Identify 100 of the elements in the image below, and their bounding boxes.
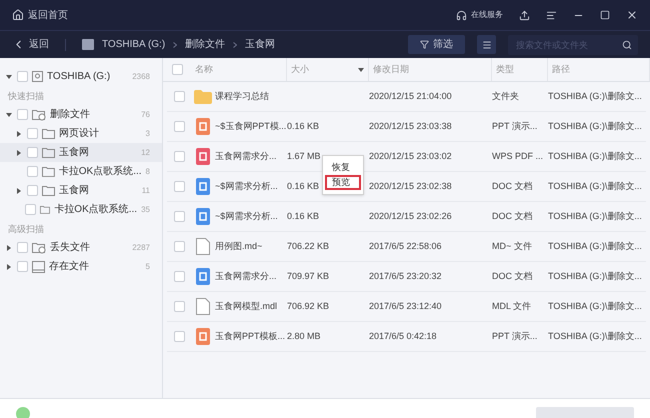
checkbox[interactable] — [174, 91, 184, 102]
table-row[interactable]: ~$网需求分析... 0.16 KB 2020/12/15 23:02:26 DOC 文档 TOSHIBA (G:)\删除文... — [167, 202, 646, 232]
menu-icon[interactable] — [546, 10, 557, 20]
tree-item[interactable]: 玉食网 11 — [0, 181, 162, 200]
collapsed-arrow-icon[interactable] — [16, 188, 23, 194]
checkbox[interactable] — [17, 71, 28, 82]
folder-clock-icon — [32, 242, 46, 254]
tree-item[interactable]: 卡拉OK点歌系统... 35 — [0, 200, 162, 219]
checkbox[interactable] — [17, 261, 28, 272]
checkbox[interactable] — [174, 271, 184, 282]
table-row[interactable]: 玉食网模型.mdl 706.92 KB 2017/6/5 23:12:40 MDL 文件 TOSHIBA (G:)\删除文... — [167, 292, 646, 322]
document-icon — [196, 268, 210, 285]
headset-icon[interactable] — [456, 10, 467, 20]
expanded-arrow-icon[interactable] — [6, 112, 13, 118]
checkbox[interactable] — [17, 109, 28, 120]
modified-date: 2020/12/15 23:02:26 — [369, 210, 453, 223]
drive-icon — [32, 260, 45, 272]
tree-item[interactable]: 卡拉OK点歌系统... 8 — [0, 162, 162, 181]
table-row[interactable]: 玉食网PPT模板... 2.80 MB 2017/6/5 0:42:18 PPT 演示... TOSHIBA (G:)\删除文... — [167, 322, 646, 352]
tree-item[interactable]: TOSHIBA (G:) 2368 — [0, 67, 162, 86]
file-path: TOSHIBA (G:)\删除文... — [548, 90, 643, 103]
file-size: 1.67 MB — [287, 150, 321, 161]
select-all-checkbox[interactable] — [172, 64, 182, 75]
tree-label: 卡拉OK点歌系统... — [58, 164, 142, 179]
section-title: 高级扫描 — [7, 223, 45, 236]
filter-button[interactable]: 筛选 — [408, 35, 465, 54]
breadcrumb-item[interactable]: TOSHIBA (G:) — [102, 37, 166, 52]
collapsed-arrow-icon[interactable] — [6, 264, 13, 270]
tree-item[interactable]: 存在文件 5 — [0, 257, 162, 276]
chevron-icon — [173, 42, 178, 48]
checkbox[interactable] — [174, 181, 184, 192]
modified-date: 2020/12/15 21:04:00 — [369, 90, 453, 103]
breadcrumb-item[interactable]: 玉食网 — [245, 37, 276, 52]
file-type: PPT 演示... — [492, 120, 538, 133]
item-count: 8 — [146, 166, 150, 178]
table-row[interactable]: 玉食网需求分... 709.97 KB 2017/6/5 23:20:32 DOC 文档 TOSHIBA (G:)\删除文... — [167, 262, 646, 292]
search-icon[interactable] — [622, 40, 632, 50]
tree-item[interactable]: 网页设计 3 — [0, 124, 162, 143]
file-name: 玉食网需求分... — [215, 150, 278, 163]
checkbox[interactable] — [174, 211, 184, 222]
item-count: 76 — [141, 108, 150, 120]
checkbox[interactable] — [174, 241, 184, 252]
export-icon[interactable] — [519, 10, 530, 20]
folder-icon — [40, 204, 50, 215]
tree-item[interactable]: 删除文件 76 — [0, 105, 162, 124]
file-type: MD~ 文件 — [492, 240, 533, 253]
tree-item[interactable]: 玉食网 12 — [0, 143, 162, 162]
folder-icon — [194, 90, 212, 104]
close-icon[interactable] — [626, 9, 638, 21]
checkbox[interactable] — [174, 331, 184, 342]
collapsed-arrow-icon[interactable] — [6, 244, 13, 250]
sort-caret-icon[interactable] — [358, 68, 364, 72]
file-path: TOSHIBA (G:)\删除文... — [548, 120, 643, 133]
checkbox[interactable] — [27, 128, 38, 139]
checkbox[interactable] — [17, 242, 28, 253]
item-count: 11 — [142, 184, 150, 196]
file-size: 706.22 KB — [287, 240, 330, 251]
chevron-icon — [233, 42, 238, 48]
file-path: TOSHIBA (G:)\删除文... — [548, 300, 643, 313]
tree-label: 网页设计 — [59, 126, 100, 141]
file-name: ~$玉食网PPT模... — [215, 120, 287, 133]
checkbox[interactable] — [174, 301, 184, 312]
checkbox[interactable] — [27, 185, 38, 196]
file-type: PPT 演示... — [492, 330, 538, 343]
expanded-arrow-icon[interactable] — [6, 74, 13, 80]
file-name: 玉食网模型.mdl — [215, 300, 278, 313]
table-row[interactable]: ~$玉食网PPT模...0.16 KB 2020/12/15 23:03:38 PPT 演示... TOSHIBA (G:)\删除文... — [167, 112, 646, 142]
table-row[interactable]: 用例图.md~ 706.22 KB 2017/6/5 22:58:06 MD~ 文件 TOSHIBA (G:)\删除文... — [167, 232, 646, 262]
file-icon — [196, 298, 210, 315]
list-icon — [482, 40, 492, 50]
modified-date: 2017/6/5 23:12:40 — [369, 300, 443, 313]
view-button[interactable] — [477, 35, 496, 54]
file-path: TOSHIBA (G:)\删除文... — [548, 210, 643, 223]
back-link[interactable]: 返回 — [29, 37, 49, 52]
collapsed-arrow-icon[interactable] — [16, 130, 23, 136]
file-icon — [196, 238, 210, 255]
file-path: TOSHIBA (G:)\删除文... — [548, 330, 643, 343]
file-type: DOC 文档 — [492, 180, 534, 193]
menu-item[interactable]: 恢复 — [325, 160, 361, 175]
home-icon[interactable] — [12, 9, 24, 21]
document-icon — [196, 208, 210, 225]
checkbox[interactable] — [174, 151, 184, 162]
service-link[interactable]: 在线服务 — [471, 9, 503, 21]
home-link[interactable]: 返回首页 — [28, 8, 68, 22]
item-count: 2368 — [132, 70, 150, 82]
table-row[interactable]: 课程学习总结 2020/12/15 21:04:00 文件夹 TOSHIBA (G:)\删除文... — [167, 82, 646, 112]
file-size: 706.92 KB — [287, 300, 330, 311]
file-size: 0.16 KB — [287, 210, 320, 221]
tree-item[interactable]: 丢失文件 2287 — [0, 238, 162, 257]
checkbox[interactable] — [27, 147, 38, 158]
modified-date: 2017/6/5 22:58:06 — [369, 240, 443, 253]
file-name: ~$网需求分析... — [215, 180, 279, 193]
checkbox[interactable] — [174, 121, 184, 132]
menu-item[interactable]: 预览 — [325, 175, 361, 190]
checkbox[interactable] — [25, 204, 36, 215]
checkbox[interactable] — [26, 166, 38, 177]
folder-icon — [42, 147, 55, 158]
maximize-icon[interactable] — [600, 10, 610, 20]
collapsed-arrow-icon[interactable] — [16, 150, 23, 156]
breadcrumb-item[interactable]: 删除文件 — [185, 37, 226, 52]
